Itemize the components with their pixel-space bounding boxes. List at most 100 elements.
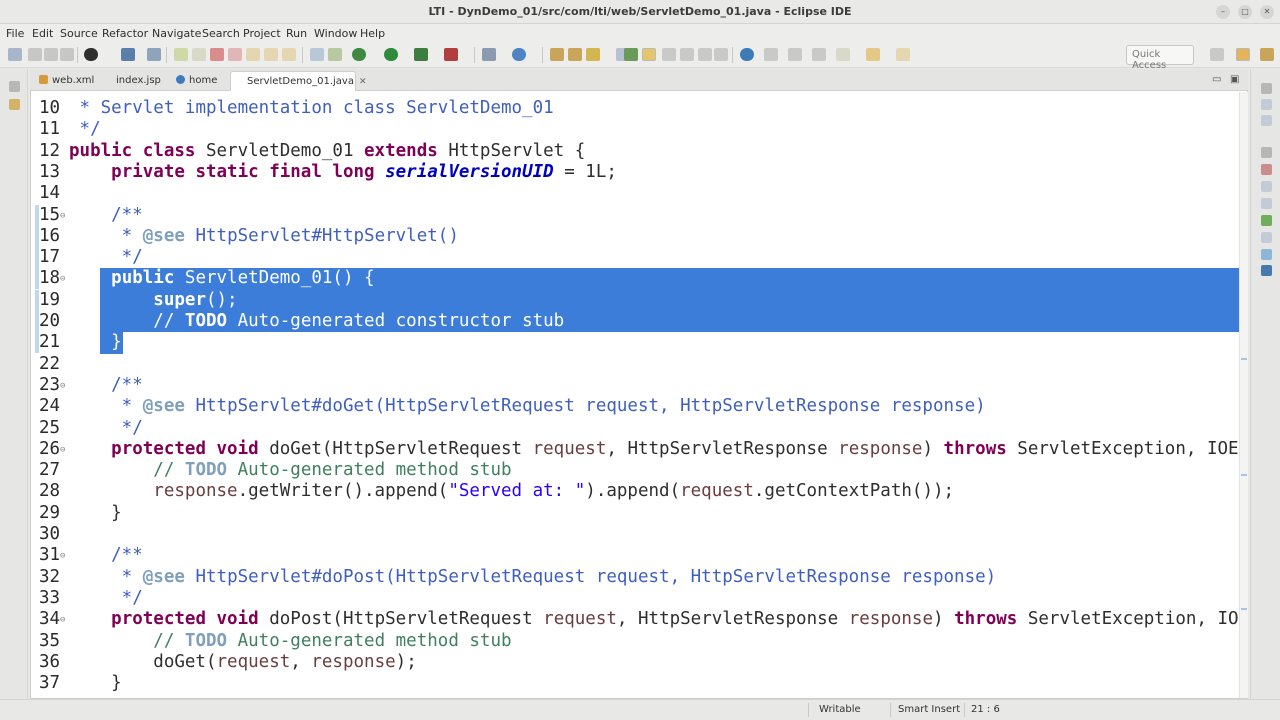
browser-icon[interactable] xyxy=(740,48,754,61)
task-list-icon[interactable] xyxy=(1261,115,1272,126)
minimize-icon[interactable]: – xyxy=(1216,5,1230,19)
overview-ruler[interactable] xyxy=(1239,92,1248,698)
snippets-icon[interactable] xyxy=(1261,232,1272,243)
save-all-icon[interactable] xyxy=(44,48,58,61)
data-source-icon[interactable] xyxy=(1261,215,1272,226)
open-type-icon[interactable] xyxy=(550,48,564,61)
code-line[interactable]: 13 private static final long serialVersi… xyxy=(31,162,1239,183)
code-line[interactable]: 19 super(); xyxy=(31,289,1239,311)
menu-refactor[interactable]: Refactor xyxy=(102,27,148,40)
quick-access-input[interactable]: Quick Access xyxy=(1126,45,1194,71)
new-icon[interactable] xyxy=(8,48,22,61)
menu-run[interactable]: Run xyxy=(286,27,307,40)
fold-toggle-icon[interactable]: ⊖ xyxy=(60,440,65,461)
code-line[interactable]: 32 * @see HttpServlet#doPost(HttpServlet… xyxy=(31,567,1239,588)
ruler-marker[interactable] xyxy=(1241,474,1247,476)
code-line[interactable]: 15 ⊖ /** xyxy=(31,204,1239,227)
open-task-icon[interactable] xyxy=(586,48,600,61)
debug-icon[interactable] xyxy=(352,48,366,61)
code-line[interactable]: 26 ⊖ protected void doGet(HttpServletRequ… xyxy=(31,439,1239,460)
tab-home[interactable]: home xyxy=(170,71,230,91)
menu-search[interactable]: Search xyxy=(202,27,240,40)
menu-edit[interactable]: Edit xyxy=(32,27,53,40)
console-icon[interactable] xyxy=(1261,265,1272,276)
step-over-icon[interactable] xyxy=(264,48,278,61)
tab-servletdemo-java[interactable]: ServletDemo_01.java ✕ xyxy=(230,71,367,91)
code-line[interactable]: 12 public class ServletDemo_01 extends Ht… xyxy=(31,141,1239,162)
code-line[interactable]: 24 * @see HttpServlet#doGet(HttpServletR… xyxy=(31,396,1239,417)
properties-icon[interactable] xyxy=(1261,181,1272,192)
use-step-filters-icon[interactable] xyxy=(310,48,324,61)
resume-icon[interactable] xyxy=(174,48,188,61)
terminal-icon[interactable] xyxy=(121,48,135,61)
new-java-class-icon[interactable] xyxy=(512,48,526,61)
prev-annotation-icon[interactable] xyxy=(812,48,826,61)
close-icon[interactable]: ✕ xyxy=(1260,5,1274,19)
code-line[interactable]: 29 } xyxy=(31,503,1239,524)
code-line[interactable]: 31 ⊖ /** xyxy=(31,545,1239,566)
restore-icon[interactable] xyxy=(1261,83,1272,94)
menu-source[interactable]: Source xyxy=(60,27,98,40)
tab-index-jsp[interactable]: index.jsp xyxy=(102,71,164,91)
external-tools-icon[interactable] xyxy=(444,48,458,61)
code-line[interactable]: 36 doGet(request, response); xyxy=(31,652,1239,673)
code-line[interactable]: 22 xyxy=(31,354,1239,375)
ruler-marker[interactable] xyxy=(1241,358,1247,360)
fold-toggle-icon[interactable]: ⊖ xyxy=(60,546,65,567)
skip-breakpoints-icon[interactable] xyxy=(147,48,161,61)
servers-icon[interactable] xyxy=(1261,198,1272,209)
mark-occurrences-icon[interactable] xyxy=(642,48,656,61)
menu-help[interactable]: Help xyxy=(360,27,385,40)
code-line[interactable]: 10 * Servlet implementation class Servle… xyxy=(31,98,1239,119)
close-tab-icon[interactable]: ✕ xyxy=(359,77,367,87)
suspend-icon[interactable] xyxy=(192,48,206,61)
open-perspective-icon[interactable] xyxy=(1210,48,1224,61)
forward-icon[interactable] xyxy=(896,48,910,61)
restore-icon[interactable] xyxy=(1261,147,1272,158)
java-perspective-icon[interactable] xyxy=(1260,48,1274,61)
minimize-editor-icon[interactable]: ▭ xyxy=(1212,74,1221,85)
restore-icon[interactable] xyxy=(9,81,20,92)
menu-file[interactable]: File xyxy=(6,27,24,40)
code-line[interactable]: 21 } xyxy=(31,332,1239,354)
fold-toggle-icon[interactable]: ⊖ xyxy=(60,610,65,631)
debug-target-icon[interactable] xyxy=(84,48,98,61)
run-icon[interactable] xyxy=(384,48,398,61)
word-wrap-icon[interactable] xyxy=(680,48,694,61)
last-edit-icon[interactable] xyxy=(836,48,850,61)
code-line[interactable]: 11 */ xyxy=(31,119,1239,140)
code-line[interactable]: 30 xyxy=(31,524,1239,545)
code-line[interactable]: 35 // TODO Auto-generated method stub xyxy=(31,631,1239,652)
fold-toggle-icon[interactable]: ⊖ xyxy=(60,206,65,227)
debug-tools-icon[interactable] xyxy=(328,48,342,61)
ruler-marker[interactable] xyxy=(1241,608,1247,610)
status-insert-mode[interactable]: Smart Insert xyxy=(898,704,960,715)
code-line[interactable]: 17 */ xyxy=(31,247,1239,269)
block-selection-icon[interactable] xyxy=(662,48,676,61)
code-line[interactable]: 34 ⊖ protected void doPost(HttpServletReq… xyxy=(31,609,1239,630)
print-icon[interactable] xyxy=(60,48,74,61)
java-ee-perspective-icon[interactable] xyxy=(1236,48,1250,61)
outline-icon[interactable] xyxy=(1261,99,1272,110)
terminate-icon[interactable] xyxy=(210,48,224,61)
tab-web-xml[interactable]: web.xml xyxy=(34,71,100,91)
menu-window[interactable]: Window xyxy=(314,27,357,40)
menu-navigate[interactable]: Navigate xyxy=(152,27,201,40)
back-icon[interactable] xyxy=(866,48,880,61)
step-return-icon[interactable] xyxy=(282,48,296,61)
markers-icon[interactable] xyxy=(1261,164,1272,175)
toggle-annotation-icon[interactable] xyxy=(624,48,638,61)
project-explorer-icon[interactable] xyxy=(9,99,20,110)
code-line[interactable]: 37 } xyxy=(31,673,1239,694)
problems-icon[interactable] xyxy=(1261,249,1272,260)
fold-toggle-icon[interactable]: ⊖ xyxy=(60,376,65,397)
code-line[interactable]: 33 */ xyxy=(31,588,1239,609)
code-line[interactable]: 27 // TODO Auto-generated method stub xyxy=(31,460,1239,481)
annotation-icon[interactable] xyxy=(764,48,778,61)
code-line[interactable]: 25 */ xyxy=(31,418,1239,439)
save-icon[interactable] xyxy=(28,48,42,61)
show-whitespace-icon[interactable] xyxy=(698,48,712,61)
fold-toggle-icon[interactable]: ⊖ xyxy=(60,269,65,290)
code-editor[interactable]: 10 * Servlet implementation class Servle… xyxy=(31,92,1239,698)
maximize-icon[interactable]: □ xyxy=(1238,5,1252,19)
